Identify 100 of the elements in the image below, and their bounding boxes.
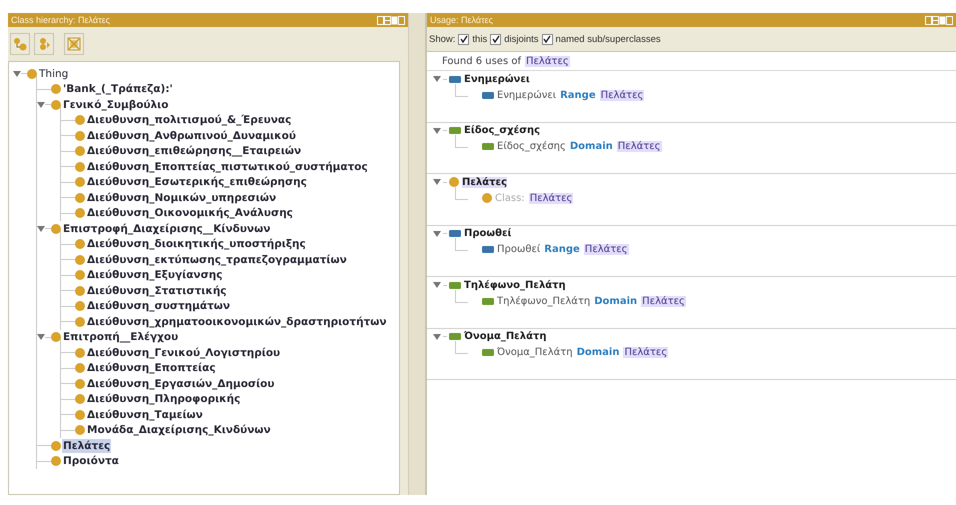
- class-icon: [75, 177, 85, 188]
- property-icon: [482, 349, 494, 356]
- class-tree-item[interactable]: Διεύθυνση_Οικονομικής_Ανάλυσης: [86, 206, 294, 220]
- usage-axiom: Ενημερώνει Range Πελάτες: [497, 90, 644, 100]
- class-tree-item[interactable]: Διεύθυνση_Ταμείων: [86, 408, 204, 422]
- property-icon: [449, 333, 461, 340]
- option-label: this: [472, 34, 488, 44]
- usage-axiom: Class: Πελάτες: [495, 192, 574, 204]
- class-icon: [51, 224, 61, 234]
- class-tree-item[interactable]: Διεύθυνση_Εσωτερικής_επιθεώρησης: [86, 175, 308, 190]
- class-icon: [482, 193, 492, 203]
- expand-triangle-icon[interactable]: [433, 75, 441, 83]
- class-icon: [75, 316, 85, 327]
- property-icon: [482, 92, 494, 98]
- class-tree-item[interactable]: 'Bank_(_Τράπεζα):': [62, 82, 174, 96]
- usage-group-title[interactable]: Τηλέφωνο_Πελάτη: [464, 280, 566, 290]
- add-subclass-icon: [13, 37, 27, 51]
- class-tree-item[interactable]: Διεύθυνση_Στατιστικής: [86, 284, 228, 298]
- option-label: named sub/superclasses: [556, 34, 661, 44]
- usage-axiom: Είδος_σχέσης Domain Πελάτες: [497, 141, 662, 152]
- found-text: Found 6 uses of: [442, 56, 521, 66]
- class-icon: [75, 378, 85, 389]
- class-icon: [27, 68, 37, 79]
- class-icon: [75, 162, 85, 172]
- class-icon: [75, 115, 85, 126]
- property-icon: [449, 76, 461, 82]
- class-icon: [75, 425, 85, 436]
- class-icon: [75, 410, 85, 420]
- add-sibling-icon: [37, 37, 51, 51]
- class-icon: [51, 332, 61, 342]
- class-tree-item[interactable]: Διεύθυνση_διοικητικής_υποστήριξης: [86, 237, 307, 252]
- class-tree-item[interactable]: Προιόντα: [62, 454, 120, 468]
- expand-triangle-icon[interactable]: [433, 230, 441, 238]
- option-label: disjoints: [504, 34, 539, 44]
- property-icon: [449, 230, 461, 237]
- class-icon: [75, 146, 85, 156]
- expand-triangle-icon[interactable]: [37, 333, 45, 342]
- class-tree-item[interactable]: Διεύθυνση_Εποπτείας: [86, 361, 217, 376]
- class-icon: [75, 286, 85, 296]
- delete-icon: [67, 37, 81, 51]
- class-icon: [51, 84, 61, 94]
- property-icon: [449, 282, 461, 288]
- usage-group-title[interactable]: Ενημερώνει: [464, 74, 530, 84]
- class-tree-item[interactable]: Διεύθυνση_συστημάτων: [86, 299, 232, 314]
- class-tree-item[interactable]: Επιτροπή__Ελέγχου: [62, 330, 180, 344]
- expand-triangle-icon[interactable]: [433, 332, 441, 340]
- property-icon: [482, 298, 494, 304]
- class-tree-item[interactable]: Επιστροφή_Διαχείρισης__Κίνδυνων: [62, 222, 272, 236]
- class-icon: [75, 348, 85, 358]
- class-icon: [75, 270, 85, 280]
- expand-triangle-icon[interactable]: [433, 178, 441, 186]
- class-tree-item[interactable]: Μονάδα_Διαχείρισης_Κινδύνων: [86, 423, 272, 438]
- entity-name: Πελάτες: [524, 56, 570, 66]
- class-icon: [75, 254, 85, 265]
- usage-group-title[interactable]: Προωθεί: [464, 228, 512, 239]
- class-icon: [75, 192, 85, 203]
- usage-axiom: Προωθεί Range Πελάτες: [497, 244, 629, 255]
- class-tree-item[interactable]: Γενικό_Συμβούλιο: [62, 98, 170, 112]
- property-icon: [449, 127, 461, 134]
- usage-axiom: Τηλέφωνο_Πελάτη Domain Πελάτες: [497, 296, 686, 306]
- class-icon: [449, 177, 459, 187]
- expand-triangle-icon[interactable]: [37, 224, 45, 233]
- checkbox[interactable]: [542, 34, 553, 44]
- class-tree-item[interactable]: Διεύθυνση_Ανθρωπινού_Δυναμικού: [86, 128, 297, 143]
- checkbox[interactable]: [490, 34, 502, 44]
- view-controls-icon[interactable]: [925, 16, 953, 24]
- panel-title: Usage: Πελάτες: [430, 15, 493, 25]
- class-icon: [75, 208, 85, 218]
- view-controls-icon[interactable]: [377, 16, 405, 24]
- class-icon: [51, 440, 61, 451]
- show-label: Show:: [429, 34, 456, 44]
- class-icon: [75, 301, 85, 312]
- class-tree-item[interactable]: Διεύθυνση_Γενικού_Λογιστηρίου: [86, 346, 282, 360]
- expand-triangle-icon[interactable]: [13, 70, 21, 78]
- property-icon: [482, 143, 494, 150]
- class-tree-item[interactable]: Διεύθυνση_Νομικών_υπηρεσιών: [86, 190, 278, 205]
- class-tree-item[interactable]: Thing: [38, 66, 70, 81]
- class-tree-item[interactable]: Πελάτες: [62, 438, 112, 453]
- usage-group-title[interactable]: Είδος_σχέσης: [464, 125, 540, 136]
- class-icon: [75, 239, 85, 250]
- class-icon: [51, 100, 61, 110]
- property-icon: [482, 246, 494, 253]
- usage-group-title[interactable]: Όνομα_Πελάτη: [464, 331, 546, 342]
- checkbox[interactable]: [458, 34, 470, 44]
- panel-title: Class hierarchy: Πελάτες: [11, 15, 110, 25]
- class-tree-item[interactable]: Διεύθυνση_Εξυγίανσης: [86, 268, 224, 282]
- class-tree-item[interactable]: Διεύθυνση_εκτύπωσης_τραπεζογραμματίων: [86, 252, 348, 267]
- class-tree-item[interactable]: Διεύθυνση_Εργασιών_Δημοσίου: [86, 376, 276, 391]
- class-tree-item[interactable]: Διεύθυνση_χρηματοοικονομικών_δραστηριοτήτων: [86, 314, 388, 329]
- class-tree-item[interactable]: Διεύθυνση_Πληροφορικής: [86, 392, 242, 406]
- class-tree-item[interactable]: Διεύθυνση_επιθεώρησης__Εταιρειών: [86, 144, 302, 158]
- class-tree-item[interactable]: Διευθυνση_πολιτισμού_&_Έρευνας: [86, 113, 292, 128]
- expand-triangle-icon[interactable]: [433, 281, 441, 289]
- class-icon: [75, 130, 85, 141]
- class-icon: [75, 394, 85, 404]
- usage-group-title[interactable]: Πελάτες: [462, 176, 508, 188]
- expand-triangle-icon[interactable]: [37, 100, 45, 109]
- class-tree-item[interactable]: Διεύθυνση_Εποπτείας_πιστωτικού_συστήματος: [86, 160, 369, 174]
- expand-triangle-icon[interactable]: [433, 126, 441, 134]
- usage-axiom: Όνομα_Πελάτη Domain Πελάτες: [497, 347, 668, 358]
